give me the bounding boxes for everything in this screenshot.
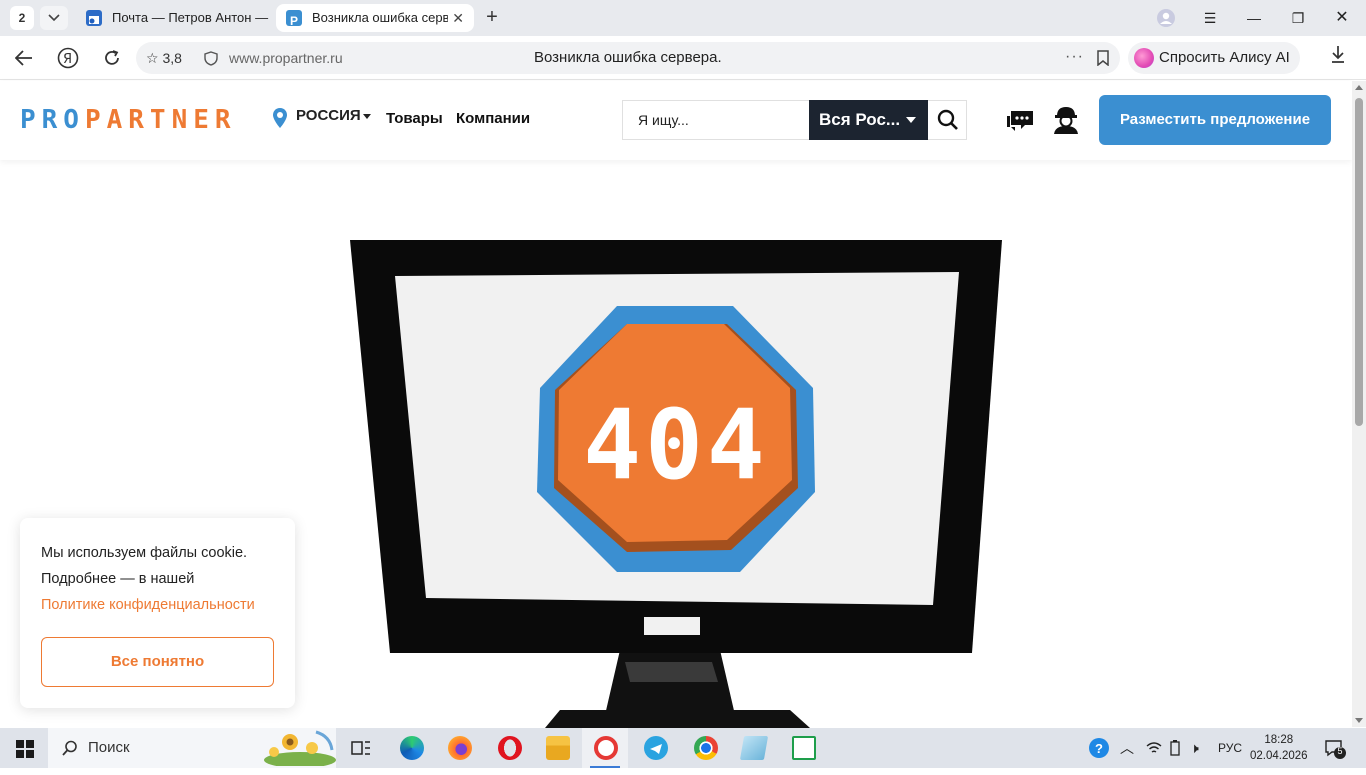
location-pin-icon [273, 108, 287, 128]
nav-companies[interactable]: Компании [456, 110, 530, 127]
search-highlight-art-icon [264, 730, 336, 766]
edge-icon[interactable] [388, 728, 434, 768]
address-bar: Я ☆ 3,8 www.propartner.ru Возникла ошибк… [0, 36, 1366, 80]
new-tab-button[interactable]: + [480, 6, 504, 30]
error-code: 404 [583, 389, 768, 501]
monitor-404-illustration: 404 [350, 240, 1002, 728]
post-offer-button[interactable]: Разместить предложение [1099, 95, 1331, 145]
windows-start-icon[interactable] [16, 740, 34, 758]
browser-tab-bar: 2 Почта — Петров Антон — P Возникла ошиб… [0, 0, 1366, 36]
firefox-icon[interactable] [436, 728, 482, 768]
cookie-banner: Мы используем файлы cookie. Подробнее — … [20, 518, 295, 708]
caret-down-icon [906, 117, 916, 123]
spreadsheet-icon[interactable] [780, 728, 826, 768]
scroll-down-icon[interactable] [1355, 718, 1363, 723]
chrome-icon[interactable] [682, 728, 728, 768]
language-indicator[interactable]: РУС [1218, 728, 1242, 768]
notes-icon[interactable] [730, 728, 776, 768]
chat-icon[interactable] [1005, 109, 1035, 133]
url-text[interactable]: www.propartner.ru [229, 42, 343, 74]
bookmark-icon[interactable] [1096, 50, 1110, 66]
clock[interactable]: 18:28 02.04.2026 [1250, 732, 1308, 764]
back-icon[interactable] [10, 44, 38, 72]
windows-taskbar: Поиск ? ︿ 🕨 РУС 18:28 02.04.2026 5 [0, 728, 1366, 768]
tab-title: Возникла ошибка сервера. [312, 10, 448, 25]
more-icon[interactable]: ··· [1065, 42, 1084, 72]
task-view-icon[interactable] [338, 728, 384, 768]
tab-active[interactable]: P Возникла ошибка сервера. ✕ [276, 4, 474, 32]
minimize-icon[interactable]: — [1232, 0, 1276, 36]
svg-text:?: ? [1095, 741, 1103, 756]
region-selector[interactable]: РОССИЯ [272, 107, 371, 128]
caret-down-icon [362, 113, 371, 119]
privacy-policy-link[interactable]: Политике конфиденциальности [41, 592, 255, 618]
menu-icon[interactable]: ☰ [1188, 0, 1232, 36]
search-button[interactable] [928, 101, 966, 139]
search-icon [937, 109, 958, 130]
search-region-select[interactable]: Вся Рос... [809, 100, 928, 140]
nav-products[interactable]: Товары [386, 110, 443, 127]
search-input[interactable] [623, 101, 809, 139]
tab-mail[interactable]: Почта — Петров Антон — [76, 4, 270, 32]
yandex-icon[interactable]: Я [54, 44, 82, 72]
telegram-icon[interactable] [632, 728, 678, 768]
page-scrollbar[interactable] [1352, 81, 1366, 727]
profile-icon[interactable] [1144, 0, 1188, 36]
ask-alice-button[interactable]: Спросить Алису AI [1128, 42, 1300, 74]
alice-icon [1134, 48, 1154, 68]
chevron-up-icon[interactable]: ︿ [1120, 728, 1134, 768]
file-explorer-icon[interactable] [534, 728, 580, 768]
omnibox[interactable]: ☆ 3,8 www.propartner.ru Возникла ошибка … [136, 42, 1120, 74]
battery-icon[interactable] [1170, 728, 1180, 768]
page-title: Возникла ошибка сервера. [534, 49, 722, 66]
reload-icon[interactable] [98, 44, 126, 72]
close-tab-icon[interactable]: ✕ [452, 4, 464, 32]
tab-count-button[interactable]: 2 [10, 6, 34, 30]
yandex-browser-icon[interactable] [582, 728, 628, 768]
close-window-icon[interactable]: ✕ [1320, 0, 1364, 36]
svg-text:P: P [290, 14, 298, 28]
notification-count: 5 [1337, 746, 1343, 756]
scroll-thumb[interactable] [1355, 98, 1363, 426]
download-icon[interactable] [1330, 44, 1346, 64]
opera-icon[interactable] [486, 728, 532, 768]
site-logo[interactable]: PROPARTNER [20, 105, 237, 135]
chevron-down-icon [48, 14, 60, 22]
wifi-icon[interactable] [1146, 728, 1162, 768]
accept-cookies-button[interactable]: Все понятно [41, 637, 274, 687]
propartner-favicon: P [286, 10, 302, 28]
search-icon [62, 740, 77, 756]
svg-text:Я: Я [63, 52, 72, 67]
mail-icon [86, 10, 102, 26]
shield-icon[interactable] [204, 51, 218, 66]
scroll-up-icon[interactable] [1355, 85, 1363, 90]
cookie-text: Мы используем файлы cookie. Подробнее — … [41, 540, 255, 618]
tab-list-dropdown[interactable] [40, 6, 68, 30]
search-form: Вся Рос... [622, 100, 967, 140]
help-icon[interactable]: ? [1088, 728, 1110, 768]
tab-title: Почта — Петров Антон — [112, 10, 269, 25]
notification-center-icon[interactable]: 5 [1324, 738, 1346, 765]
restore-icon[interactable]: ❐ [1276, 0, 1320, 36]
volume-icon[interactable]: 🕨 [1190, 728, 1199, 768]
site-rating[interactable]: ☆ 3,8 [146, 42, 182, 74]
user-account-icon[interactable] [1052, 105, 1080, 135]
site-header: PROPARTNER РОССИЯ Товары Компании Вся Ро… [0, 81, 1352, 160]
taskbar-search[interactable]: Поиск [48, 728, 336, 768]
